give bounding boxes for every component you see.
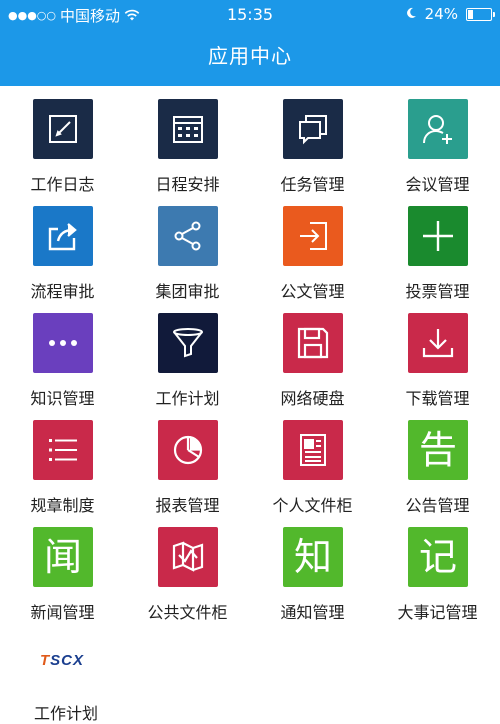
- pie-chart-icon: [158, 420, 218, 480]
- app-label: 工作日志: [30, 175, 95, 194]
- app-tile[interactable]: 公共文件柜: [125, 514, 250, 622]
- document-icon: [283, 420, 343, 480]
- app-tile[interactable]: 流程审批: [0, 193, 125, 301]
- char-icon: 闻: [33, 527, 93, 587]
- app-label: 知识管理: [30, 389, 95, 408]
- calendar-icon: [158, 99, 218, 159]
- app-tile[interactable]: 网络硬盘: [250, 300, 375, 408]
- map-icon: [158, 527, 218, 587]
- app-tile[interactable]: 公文管理: [250, 193, 375, 301]
- char-icon: 告: [408, 420, 468, 480]
- login-icon: [283, 206, 343, 266]
- app-tile[interactable]: 会议管理: [375, 86, 500, 194]
- edit-icon: [33, 99, 93, 159]
- battery-percent: 24%: [424, 5, 458, 23]
- app-tile[interactable]: 知识管理: [0, 300, 125, 408]
- app-label: 大事记管理: [397, 603, 478, 622]
- battery-icon: [466, 7, 495, 21]
- app-label: 日程安排: [155, 175, 220, 194]
- app-label: 规章制度: [30, 496, 95, 515]
- app-tile[interactable]: 知通知管理: [250, 514, 375, 622]
- partial-app-label: 工作计划: [34, 704, 99, 723]
- app-label: 下载管理: [405, 389, 470, 408]
- app-tile[interactable]: 告公告管理: [375, 407, 500, 515]
- app-tile[interactable]: 个人文件柜: [250, 407, 375, 515]
- app-label: 新闻管理: [30, 603, 95, 622]
- app-label: 流程审批: [30, 282, 95, 301]
- app-tile[interactable]: 日程安排: [125, 86, 250, 194]
- plus-icon: [408, 206, 468, 266]
- app-tile[interactable]: 工作计划: [125, 300, 250, 408]
- app-tile[interactable]: 规章制度: [0, 407, 125, 515]
- app-tile[interactable]: 报表管理: [125, 407, 250, 515]
- app-label: 个人文件柜: [272, 496, 353, 515]
- app-label: 报表管理: [155, 496, 220, 515]
- app-tile[interactable]: 工作日志: [0, 86, 125, 194]
- page-title: 应用中心: [208, 44, 292, 68]
- app-label: 网络硬盘: [280, 389, 345, 408]
- share-icon: [158, 206, 218, 266]
- status-bar: ●●●○○ 中国移动 15:35 24%: [0, 0, 500, 28]
- task-icon: [283, 99, 343, 159]
- app-tile[interactable]: 投票管理: [375, 193, 500, 301]
- app-tile[interactable]: 下载管理: [375, 300, 500, 408]
- app-label: 任务管理: [280, 175, 345, 194]
- app-label: 集团审批: [155, 282, 220, 301]
- list-icon: [33, 420, 93, 480]
- app-label: 工作计划: [155, 389, 220, 408]
- app-label: 投票管理: [405, 282, 470, 301]
- add-user-icon: [408, 99, 468, 159]
- char-icon: 知: [283, 527, 343, 587]
- funnel-icon: [158, 313, 218, 373]
- app-label: 公告管理: [405, 496, 470, 515]
- app-label: 会议管理: [405, 175, 470, 194]
- floppy-icon: [283, 313, 343, 373]
- header-bar: ●●●○○ 中国移动 15:35 24% 应用中心: [0, 0, 500, 86]
- more-icon: [33, 313, 93, 373]
- app-label: 公共文件柜: [147, 603, 228, 622]
- company-logo: TSCX: [40, 652, 85, 669]
- app-tile[interactable]: 任务管理: [250, 86, 375, 194]
- download-icon: [408, 313, 468, 373]
- app-tile[interactable]: 集团审批: [125, 193, 250, 301]
- app-tile[interactable]: 记大事记管理: [375, 514, 500, 622]
- share-out-icon: [33, 206, 93, 266]
- app-label: 公文管理: [280, 282, 345, 301]
- app-tile[interactable]: 闻新闻管理: [0, 514, 125, 622]
- moon-icon: [405, 5, 417, 23]
- char-icon: 记: [408, 527, 468, 587]
- app-label: 通知管理: [280, 603, 345, 622]
